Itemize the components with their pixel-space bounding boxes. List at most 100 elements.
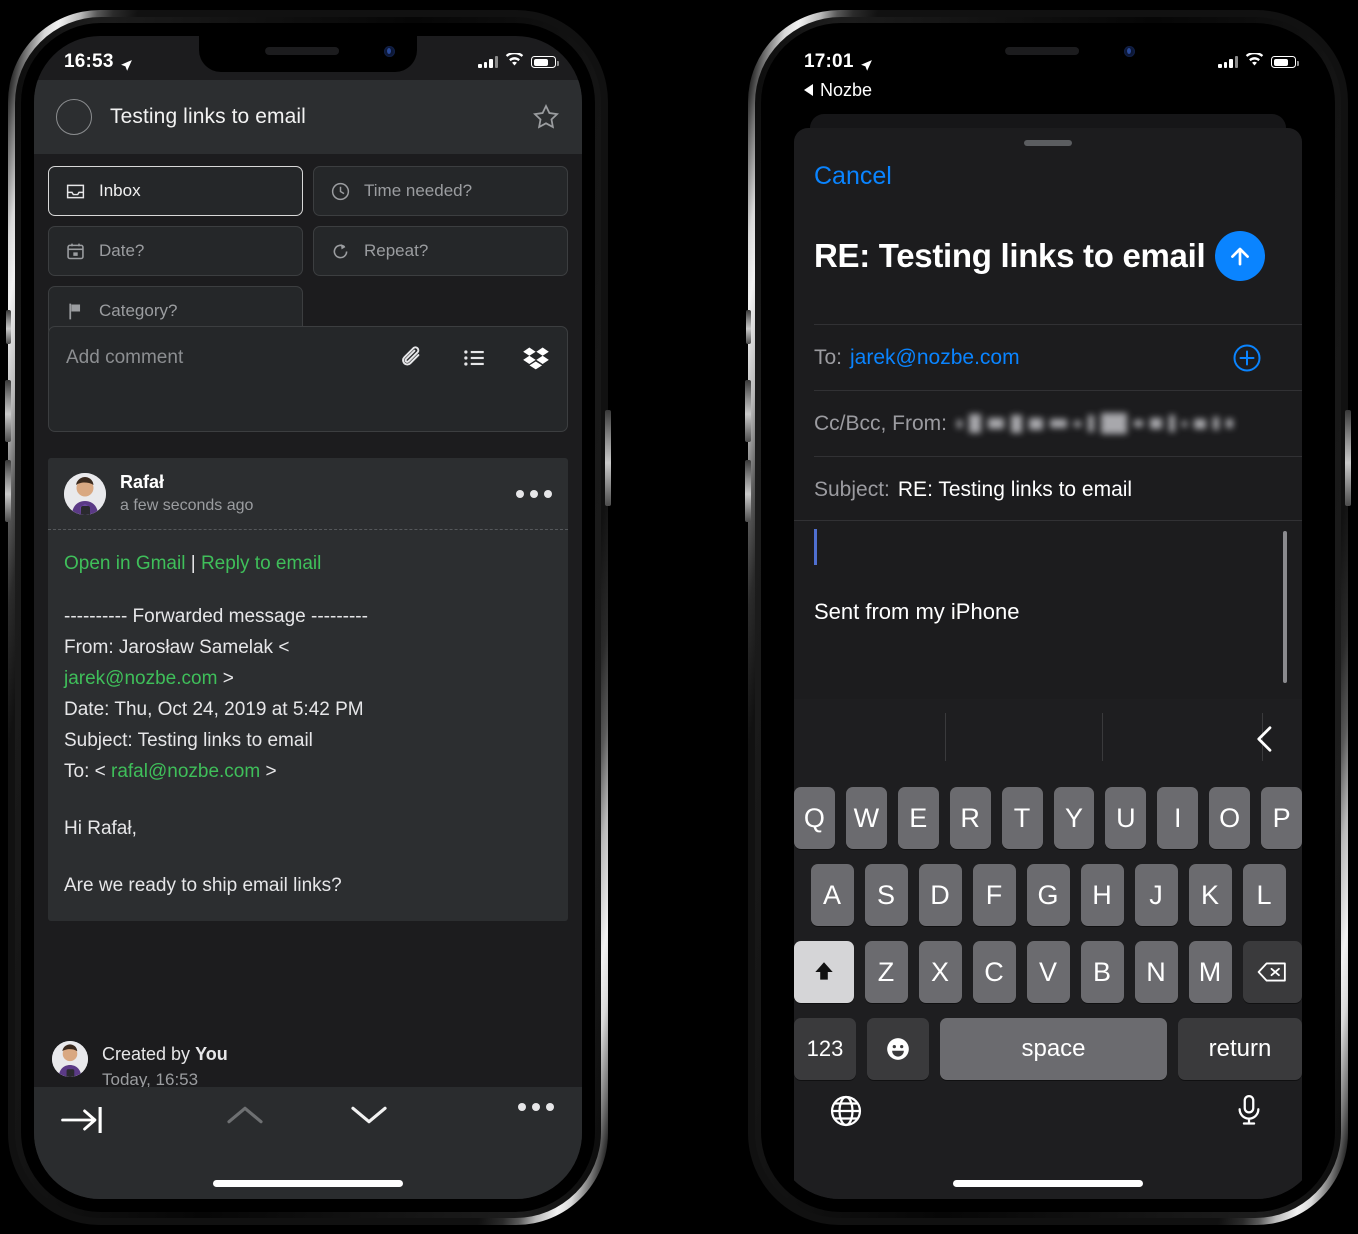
key-m[interactable]: M <box>1188 941 1232 1003</box>
key-i[interactable]: I <box>1157 787 1199 849</box>
more-options-icon <box>518 1103 554 1111</box>
key-g[interactable]: G <box>1026 864 1070 926</box>
cancel-button[interactable]: Cancel <box>814 162 892 191</box>
key-e[interactable]: E <box>897 787 939 849</box>
key-r[interactable]: R <box>949 787 991 849</box>
add-subtask-button[interactable] <box>60 1103 184 1137</box>
home-indicator[interactable] <box>953 1180 1143 1187</box>
compose-sheet: Cancel RE: Testing links to email To: ja… <box>794 128 1302 1199</box>
to-email-link[interactable]: rafal@nozbe.com <box>111 761 260 782</box>
attribute-inbox[interactable]: Inbox <box>48 166 303 216</box>
key-v[interactable]: V <box>1026 941 1070 1003</box>
key-o[interactable]: O <box>1209 787 1251 849</box>
screenshot-stage: 16:53 Testing links to email Inbox Time … <box>0 0 1358 1234</box>
shift-key[interactable] <box>794 941 854 1003</box>
clock-icon <box>329 180 351 202</box>
status-time: 17:01 <box>804 51 854 72</box>
task-checkbox-icon[interactable] <box>56 99 92 135</box>
add-comment-input[interactable]: Add comment <box>48 326 568 432</box>
key-s[interactable]: S <box>864 864 908 926</box>
key-k[interactable]: K <box>1188 864 1232 926</box>
key-t[interactable]: T <box>1001 787 1043 849</box>
key-a[interactable]: A <box>810 864 854 926</box>
forwarded-line: From: Jarosław Samelak < <box>64 637 290 658</box>
backspace-key[interactable] <box>1242 941 1302 1003</box>
attribute-label: Inbox <box>99 181 141 200</box>
key-u[interactable]: U <box>1105 787 1147 849</box>
left-phone-volume-up[interactable] <box>5 380 11 442</box>
email-signature: Sent from my iPhone <box>814 599 1020 624</box>
key-j[interactable]: J <box>1134 864 1178 926</box>
right-phone-power-button[interactable] <box>1345 410 1351 506</box>
key-y[interactable]: Y <box>1053 787 1095 849</box>
comment-actions: Open in Gmail | Reply to email <box>64 548 552 579</box>
attribute-time-needed[interactable]: Time needed? <box>313 166 568 216</box>
left-phone-power-button[interactable] <box>605 410 611 506</box>
microphone-dictation-icon[interactable] <box>1232 1093 1268 1129</box>
right-phone-volume-up[interactable] <box>745 380 751 442</box>
key-b[interactable]: B <box>1080 941 1124 1003</box>
paperclip-icon[interactable] <box>397 343 427 373</box>
back-to-nozbe-link[interactable]: Nozbe <box>804 80 872 101</box>
left-phone-volume-down[interactable] <box>5 460 11 522</box>
home-indicator[interactable] <box>213 1180 403 1187</box>
reply-to-email-link[interactable]: Reply to email <box>201 553 321 574</box>
key-p[interactable]: P <box>1261 787 1302 849</box>
return-key[interactable]: return <box>1178 1018 1302 1080</box>
key-d[interactable]: D <box>918 864 962 926</box>
subject-value: RE: Testing links to email <box>897 477 1133 501</box>
key-z[interactable]: Z <box>864 941 908 1003</box>
attribute-repeat[interactable]: Repeat? <box>313 226 568 276</box>
dropbox-icon[interactable] <box>521 343 551 373</box>
key-q[interactable]: Q <box>794 787 835 849</box>
body-scrollbar[interactable] <box>1283 531 1287 683</box>
status-time-group: 16:53 <box>64 51 133 73</box>
wifi-icon <box>505 51 524 72</box>
left-phone-mute-switch[interactable] <box>6 310 11 344</box>
attribute-date[interactable]: Date? <box>48 226 303 276</box>
comment-author: Rafał <box>120 472 165 492</box>
ccbcc-redacted-value <box>957 413 1234 434</box>
checklist-icon[interactable] <box>459 343 489 373</box>
attribute-label: Repeat? <box>364 241 429 260</box>
compose-title-row: RE: Testing links to email <box>814 231 1288 281</box>
to-field-row[interactable]: To: jarek@nozbe.com <box>814 324 1302 390</box>
forwarded-line: ---------- Forwarded message --------- <box>64 606 368 627</box>
attribute-label: Date? <box>99 241 145 260</box>
key-l[interactable]: L <box>1242 864 1286 926</box>
key-h[interactable]: H <box>1080 864 1124 926</box>
chevron-left-icon[interactable] <box>1254 724 1280 752</box>
from-email-link[interactable]: jarek@nozbe.com <box>64 668 217 689</box>
ccbcc-field-row[interactable]: Cc/Bcc, From: <box>814 390 1302 456</box>
notch <box>939 36 1157 72</box>
globe-language-icon[interactable] <box>828 1093 864 1129</box>
send-button[interactable] <box>1215 231 1266 281</box>
sheet-grabber[interactable] <box>1024 140 1072 146</box>
created-by-prefix: Created by <box>102 1044 196 1064</box>
repeat-icon <box>329 240 351 262</box>
key-n[interactable]: N <box>1134 941 1178 1003</box>
emoji-smiley-icon[interactable] <box>867 1018 929 1080</box>
key-c[interactable]: C <box>972 941 1016 1003</box>
star-outline-icon[interactable] <box>532 103 560 131</box>
created-by-who: You <box>195 1044 228 1064</box>
numbers-key[interactable]: 123 <box>794 1018 856 1080</box>
key-f[interactable]: F <box>972 864 1016 926</box>
space-key[interactable]: space <box>940 1018 1167 1080</box>
next-task-button[interactable] <box>307 1103 431 1127</box>
subject-field-row[interactable]: Subject: RE: Testing links to email <box>814 456 1302 522</box>
open-in-gmail-link[interactable]: Open in Gmail <box>64 553 185 574</box>
task-menu-button[interactable] <box>431 1103 554 1111</box>
previous-task-button[interactable] <box>184 1103 308 1127</box>
right-phone-volume-down[interactable] <box>745 460 751 522</box>
email-bracket: > <box>217 668 234 689</box>
forwarded-line: jarek@nozbe.com > <box>64 663 552 694</box>
key-x[interactable]: X <box>918 941 962 1003</box>
key-w[interactable]: W <box>845 787 887 849</box>
right-phone-mute-switch[interactable] <box>746 310 751 344</box>
add-contact-plus-icon[interactable] <box>1232 343 1262 373</box>
more-options-icon[interactable] <box>516 489 552 498</box>
battery-icon <box>1271 56 1299 68</box>
to-label: To: <box>814 345 843 369</box>
